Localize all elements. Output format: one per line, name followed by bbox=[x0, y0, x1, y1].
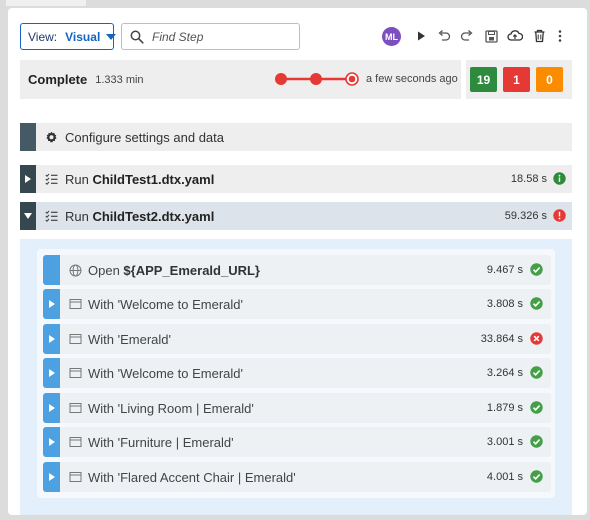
caret-right-icon bbox=[48, 438, 55, 446]
timeline-point bbox=[310, 73, 322, 85]
error-status-icon bbox=[553, 209, 566, 222]
run-duration: 1.333 min bbox=[95, 73, 144, 86]
find-step-input[interactable]: Find Step bbox=[121, 23, 300, 50]
step-gutter bbox=[20, 123, 36, 151]
run-status-bar: Complete 1.333 min a few seconds ago bbox=[20, 60, 461, 99]
gear-icon bbox=[44, 130, 58, 144]
step-label: Configure settings and data bbox=[65, 129, 224, 145]
run-timeline bbox=[275, 72, 359, 86]
undo-icon[interactable] bbox=[436, 28, 452, 44]
child-step-with-welcome[interactable]: With 'Welcome to Emerald' 3.808 s bbox=[43, 289, 551, 319]
step-duration: 18.58 s bbox=[510, 173, 547, 185]
trash-icon[interactable] bbox=[531, 28, 547, 44]
window-icon bbox=[68, 332, 82, 346]
caret-right-icon bbox=[48, 300, 55, 308]
window-icon bbox=[68, 401, 82, 415]
child-step-label: With 'Welcome to Emerald' bbox=[88, 296, 243, 312]
play-icon[interactable] bbox=[413, 28, 429, 44]
caret-right-icon bbox=[48, 335, 55, 343]
pass-status-icon bbox=[530, 297, 543, 310]
failed-count-badge[interactable]: 1 bbox=[503, 67, 530, 92]
child-step-duration: 3.001 s bbox=[486, 436, 523, 448]
child-step-duration: 9.467 s bbox=[486, 264, 523, 276]
pass-status-icon bbox=[530, 263, 543, 276]
checklist-icon bbox=[44, 172, 58, 186]
caret-down-icon bbox=[106, 33, 117, 40]
caret-right-icon bbox=[25, 175, 31, 183]
window-icon bbox=[68, 435, 82, 449]
globe-icon bbox=[68, 263, 82, 277]
childtest2-children: Open ${APP_Emerald_URL} 9.467 s With 'We… bbox=[20, 239, 572, 515]
timeline-point bbox=[275, 73, 287, 85]
child-step-with-welcome-2[interactable]: With 'Welcome to Emerald' 3.264 s bbox=[43, 358, 551, 388]
warning-count-badge[interactable]: 0 bbox=[536, 67, 563, 92]
step-run-childtest1[interactable]: Run ChildTest1.dtx.yaml 18.58 s bbox=[20, 165, 572, 193]
cloud-upload-icon[interactable] bbox=[507, 28, 523, 44]
caret-right-icon bbox=[48, 404, 55, 412]
redo-icon[interactable] bbox=[459, 28, 475, 44]
find-step-placeholder: Find Step bbox=[152, 29, 204, 44]
expand-toggle[interactable] bbox=[20, 165, 36, 193]
fail-status-icon bbox=[530, 332, 543, 345]
child-step-with-furniture[interactable]: With 'Furniture | Emerald' 3.001 s bbox=[43, 427, 551, 457]
child-step-label: With 'Living Room | Emerald' bbox=[88, 400, 254, 416]
caret-right-icon bbox=[48, 369, 55, 377]
expand-toggle[interactable] bbox=[43, 289, 60, 319]
child-step-label: With 'Furniture | Emerald' bbox=[88, 434, 234, 450]
caret-down-icon bbox=[24, 213, 32, 219]
expand-toggle[interactable] bbox=[43, 427, 60, 457]
view-select-value: Visual bbox=[65, 29, 101, 44]
expand-toggle[interactable] bbox=[43, 324, 60, 354]
caret-right-icon bbox=[48, 473, 55, 481]
pass-status-icon bbox=[530, 470, 543, 483]
pass-status-icon bbox=[530, 366, 543, 379]
window-icon bbox=[68, 297, 82, 311]
run-status-title: Complete bbox=[28, 72, 88, 87]
child-step-duration: 1.879 s bbox=[486, 402, 523, 414]
run-time-ago: a few seconds ago bbox=[366, 73, 458, 85]
save-icon[interactable] bbox=[483, 28, 499, 44]
child-step-with-emerald[interactable]: With 'Emerald' 33.864 s bbox=[43, 324, 551, 354]
window-icon bbox=[68, 470, 82, 484]
step-label: Run ChildTest1.dtx.yaml bbox=[65, 171, 215, 187]
view-select-label: View: bbox=[28, 29, 58, 44]
child-steps-list: Open ${APP_Emerald_URL} 9.467 s With 'We… bbox=[37, 249, 555, 498]
pass-status-icon bbox=[530, 401, 543, 414]
pass-status-icon bbox=[530, 435, 543, 448]
child-step-open-url[interactable]: Open ${APP_Emerald_URL} 9.467 s bbox=[43, 255, 551, 285]
child-step-duration: 3.264 s bbox=[486, 367, 523, 379]
child-step-duration: 4.001 s bbox=[486, 471, 523, 483]
view-select[interactable]: View: Visual bbox=[20, 23, 117, 50]
window-tab-edge bbox=[6, 0, 86, 6]
user-avatar[interactable]: ML bbox=[382, 27, 401, 46]
child-step-label: With 'Emerald' bbox=[88, 331, 171, 347]
more-vert-icon[interactable] bbox=[552, 28, 568, 44]
step-gutter bbox=[43, 255, 60, 285]
result-counts: 19 1 0 bbox=[466, 60, 572, 99]
expand-toggle[interactable] bbox=[43, 462, 60, 492]
child-step-duration: 33.864 s bbox=[480, 333, 523, 345]
expand-toggle[interactable] bbox=[43, 358, 60, 388]
child-step-with-living-room[interactable]: With 'Living Room | Emerald' 1.879 s bbox=[43, 393, 551, 423]
collapse-toggle[interactable] bbox=[20, 202, 36, 230]
search-icon bbox=[130, 30, 144, 44]
passed-count-badge[interactable]: 19 bbox=[470, 67, 497, 92]
expand-toggle[interactable] bbox=[43, 393, 60, 423]
step-duration: 59.326 s bbox=[504, 210, 547, 222]
step-configure-settings[interactable]: Configure settings and data bbox=[20, 123, 572, 151]
step-label: Run ChildTest2.dtx.yaml bbox=[65, 208, 215, 224]
child-step-label: With 'Welcome to Emerald' bbox=[88, 365, 243, 381]
child-step-label: With 'Flared Accent Chair | Emerald' bbox=[88, 469, 296, 485]
window-icon bbox=[68, 366, 82, 380]
checklist-icon bbox=[44, 209, 58, 223]
info-status-icon bbox=[553, 172, 566, 185]
child-step-label: Open ${APP_Emerald_URL} bbox=[88, 262, 260, 278]
step-run-childtest2[interactable]: Run ChildTest2.dtx.yaml 59.326 s bbox=[20, 202, 572, 230]
test-run-panel: View: Visual Find Step ML Complete 1.333… bbox=[8, 8, 587, 515]
child-step-with-flared-chair[interactable]: With 'Flared Accent Chair | Emerald' 4.0… bbox=[43, 462, 551, 492]
child-step-duration: 3.808 s bbox=[486, 298, 523, 310]
